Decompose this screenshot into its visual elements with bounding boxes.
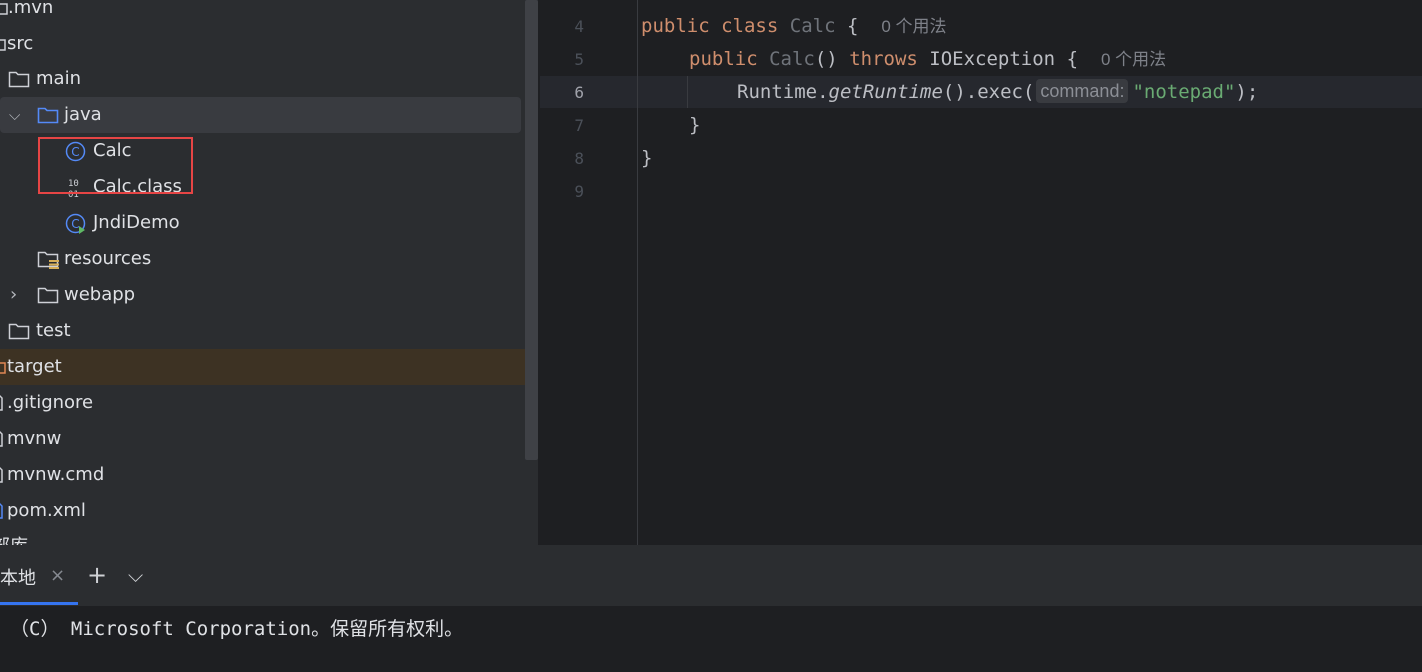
tree-item-mvn[interactable]: .mvn <box>0 0 538 26</box>
terminal-line: （C） Microsoft Corporation。保留所有权利。 <box>10 618 464 640</box>
active-tab-indicator <box>0 602 78 605</box>
highlight-box <box>38 137 193 194</box>
folder-icon <box>0 3 8 15</box>
gutter-separator <box>637 0 638 545</box>
code-line-6[interactable]: Runtime.getRuntime().exec(command: "notep… <box>737 76 1258 109</box>
usages-hint[interactable]: 0 个用法 <box>1101 50 1166 69</box>
code-line-7[interactable]: } <box>689 109 700 142</box>
line-number: 4 <box>574 17 584 36</box>
tree-item-resources[interactable]: resources <box>0 241 538 277</box>
parameter-hint: command: <box>1036 79 1129 103</box>
usages-hint[interactable]: 0 个用法 <box>881 17 946 36</box>
folder-icon <box>37 287 59 304</box>
source-folder-icon <box>37 107 59 124</box>
code-line-5[interactable]: public Calc() throws IOException { 0 个用法 <box>689 43 1166 76</box>
tree-item-java[interactable]: ⌵ java <box>0 97 538 133</box>
new-tab-button[interactable]: + <box>87 561 107 589</box>
resources-folder-icon <box>37 251 59 269</box>
line-number-current: 6 <box>574 83 584 102</box>
line-number: 5 <box>574 50 584 69</box>
maven-file-icon <box>0 502 3 519</box>
line-number: 7 <box>574 116 584 135</box>
tree-item-jndidemo[interactable]: C JndiDemo <box>0 205 538 241</box>
chevron-right-icon[interactable]: › <box>10 277 17 313</box>
code-line-4[interactable]: public class Calc { 0 个用法 <box>641 10 947 43</box>
java-main-class-icon: C <box>65 213 86 234</box>
file-icon <box>0 394 3 411</box>
terminal-panel: 本地 × + ⌵ （C） Microsoft Corporation。保留所有权… <box>0 545 1422 672</box>
chevron-down-icon[interactable]: ⌵ <box>9 97 20 133</box>
folder-icon <box>0 39 6 51</box>
tree-scrollbar[interactable] <box>525 0 538 460</box>
code-editor[interactable]: 4 5 6 7 8 9 public class Calc { 0 个用法 pu… <box>540 0 1422 545</box>
folder-icon <box>8 71 30 88</box>
excluded-folder-icon <box>0 362 6 374</box>
indent-guide <box>687 76 688 108</box>
terminal-output[interactable]: （C） Microsoft Corporation。保留所有权利。 <box>0 606 1422 672</box>
tree-item-mvnw[interactable]: mvnw <box>0 421 538 457</box>
tree-item-target[interactable]: target <box>0 349 538 385</box>
line-number: 8 <box>574 149 584 168</box>
tree-item-main[interactable]: main <box>0 61 538 97</box>
tree-item-test[interactable]: test <box>0 313 538 349</box>
project-tree-panel: .mvn src main ⌵ java C Calc 10 01 Calc.cl… <box>0 0 538 545</box>
folder-icon <box>8 323 30 340</box>
tree-item-src[interactable]: src <box>0 26 538 62</box>
terminal-tab-bar: 本地 × + ⌵ <box>0 545 1422 605</box>
chevron-down-icon[interactable]: ⌵ <box>128 563 143 587</box>
code-line-8[interactable]: } <box>641 142 652 175</box>
tree-item-gitignore[interactable]: .gitignore <box>0 385 538 421</box>
file-icon <box>0 466 3 483</box>
terminal-tab-local[interactable]: 本地 × <box>0 545 78 605</box>
tree-item-pom-xml[interactable]: pom.xml <box>0 493 538 529</box>
tree-item-mvnw-cmd[interactable]: mvnw.cmd <box>0 457 538 493</box>
svg-text:C: C <box>71 217 79 231</box>
tree-item-external-libraries[interactable]: 部库 <box>0 529 538 545</box>
line-number: 9 <box>574 182 584 201</box>
file-icon <box>0 430 3 447</box>
close-icon[interactable]: × <box>50 565 65 586</box>
tree-item-webapp[interactable]: › webapp <box>0 277 538 313</box>
